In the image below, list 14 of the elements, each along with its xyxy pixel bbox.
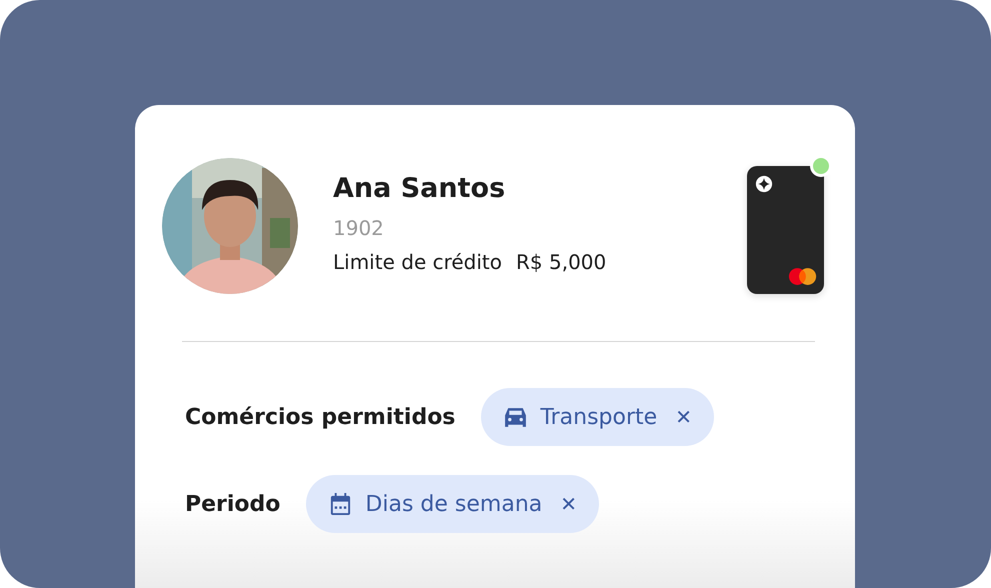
sparkle-icon [755,175,773,193]
filter-label: Periodo [185,492,280,516]
card-brand-icon [788,267,818,286]
limit-label: Limite de crédito [333,249,502,276]
filter-chip[interactable]: Transporte ✕ [481,388,714,446]
credit-card[interactable] [747,166,824,294]
filter-chip[interactable]: Dias de semana ✕ [306,475,600,533]
limit-value: R$ 5,000 [516,249,606,276]
close-icon[interactable]: ✕ [560,492,578,516]
filter-label: Comércios permitidos [185,404,456,430]
car-icon [503,406,528,428]
user-id: 1902 [333,215,385,242]
close-icon[interactable]: ✕ [675,405,692,429]
user-name: Ana Santos [333,172,506,206]
